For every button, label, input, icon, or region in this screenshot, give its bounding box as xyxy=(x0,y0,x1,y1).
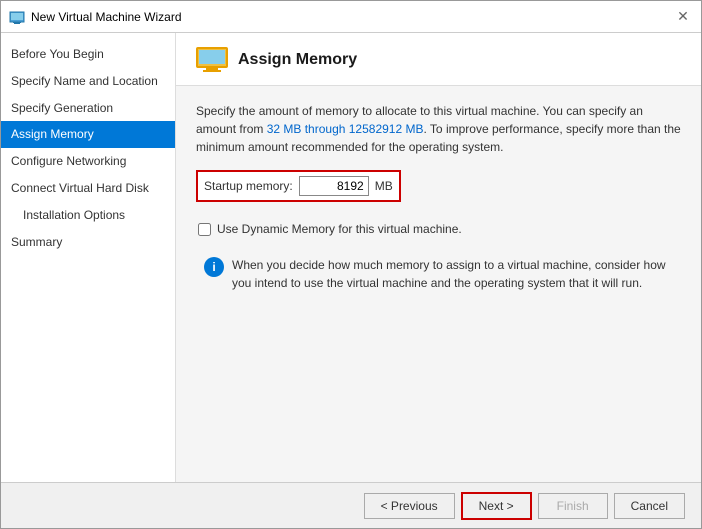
wizard-window: New Virtual Machine Wizard ✕ Before You … xyxy=(0,0,702,529)
cancel-button[interactable]: Cancel xyxy=(614,493,685,519)
sidebar-item-summary[interactable]: Summary xyxy=(1,229,175,256)
memory-range-link: 32 MB through 12582912 MB xyxy=(267,122,424,136)
memory-row-wrapper: Startup memory: MB xyxy=(196,170,681,212)
dynamic-memory-row: Use Dynamic Memory for this virtual mach… xyxy=(198,222,681,236)
info-text: When you decide how much memory to assig… xyxy=(232,256,673,292)
panel-header: Assign Memory xyxy=(176,33,701,86)
previous-button[interactable]: < Previous xyxy=(364,493,455,519)
startup-memory-input[interactable] xyxy=(299,176,369,196)
title-bar-left: New Virtual Machine Wizard xyxy=(9,9,182,25)
dynamic-memory-checkbox[interactable] xyxy=(198,223,211,236)
info-box: i When you decide how much memory to ass… xyxy=(196,248,681,300)
sidebar-item-connect-virtual-disk[interactable]: Connect Virtual Hard Disk xyxy=(1,175,175,202)
panel-header-icon xyxy=(196,47,228,73)
title-bar: New Virtual Machine Wizard ✕ xyxy=(1,1,701,33)
info-icon: i xyxy=(204,257,224,277)
panel-title: Assign Memory xyxy=(238,51,357,69)
sidebar-item-specify-name[interactable]: Specify Name and Location xyxy=(1,68,175,95)
sidebar-item-before-you-begin[interactable]: Before You Begin xyxy=(1,41,175,68)
finish-button[interactable]: Finish xyxy=(538,493,608,519)
sidebar-item-assign-memory[interactable]: Assign Memory xyxy=(1,121,175,148)
memory-input-group: Startup memory: MB xyxy=(196,170,401,202)
panel-body: Specify the amount of memory to allocate… xyxy=(176,86,701,482)
startup-memory-label: Startup memory: xyxy=(204,179,293,193)
content-area: Before You Begin Specify Name and Locati… xyxy=(1,33,701,482)
dynamic-memory-label[interactable]: Use Dynamic Memory for this virtual mach… xyxy=(217,222,462,236)
sidebar-item-configure-networking[interactable]: Configure Networking xyxy=(1,148,175,175)
description-text: Specify the amount of memory to allocate… xyxy=(196,102,681,156)
sidebar: Before You Begin Specify Name and Locati… xyxy=(1,33,176,482)
sidebar-item-specify-generation[interactable]: Specify Generation xyxy=(1,95,175,122)
memory-unit-label: MB xyxy=(375,179,393,193)
footer: < Previous Next > Finish Cancel xyxy=(1,482,701,528)
close-button[interactable]: ✕ xyxy=(673,7,693,27)
main-panel: Assign Memory Specify the amount of memo… xyxy=(176,33,701,482)
next-button[interactable]: Next > xyxy=(461,492,532,520)
sidebar-item-installation-options[interactable]: Installation Options xyxy=(1,202,175,229)
window-title: New Virtual Machine Wizard xyxy=(31,10,182,24)
window-icon xyxy=(9,9,25,25)
